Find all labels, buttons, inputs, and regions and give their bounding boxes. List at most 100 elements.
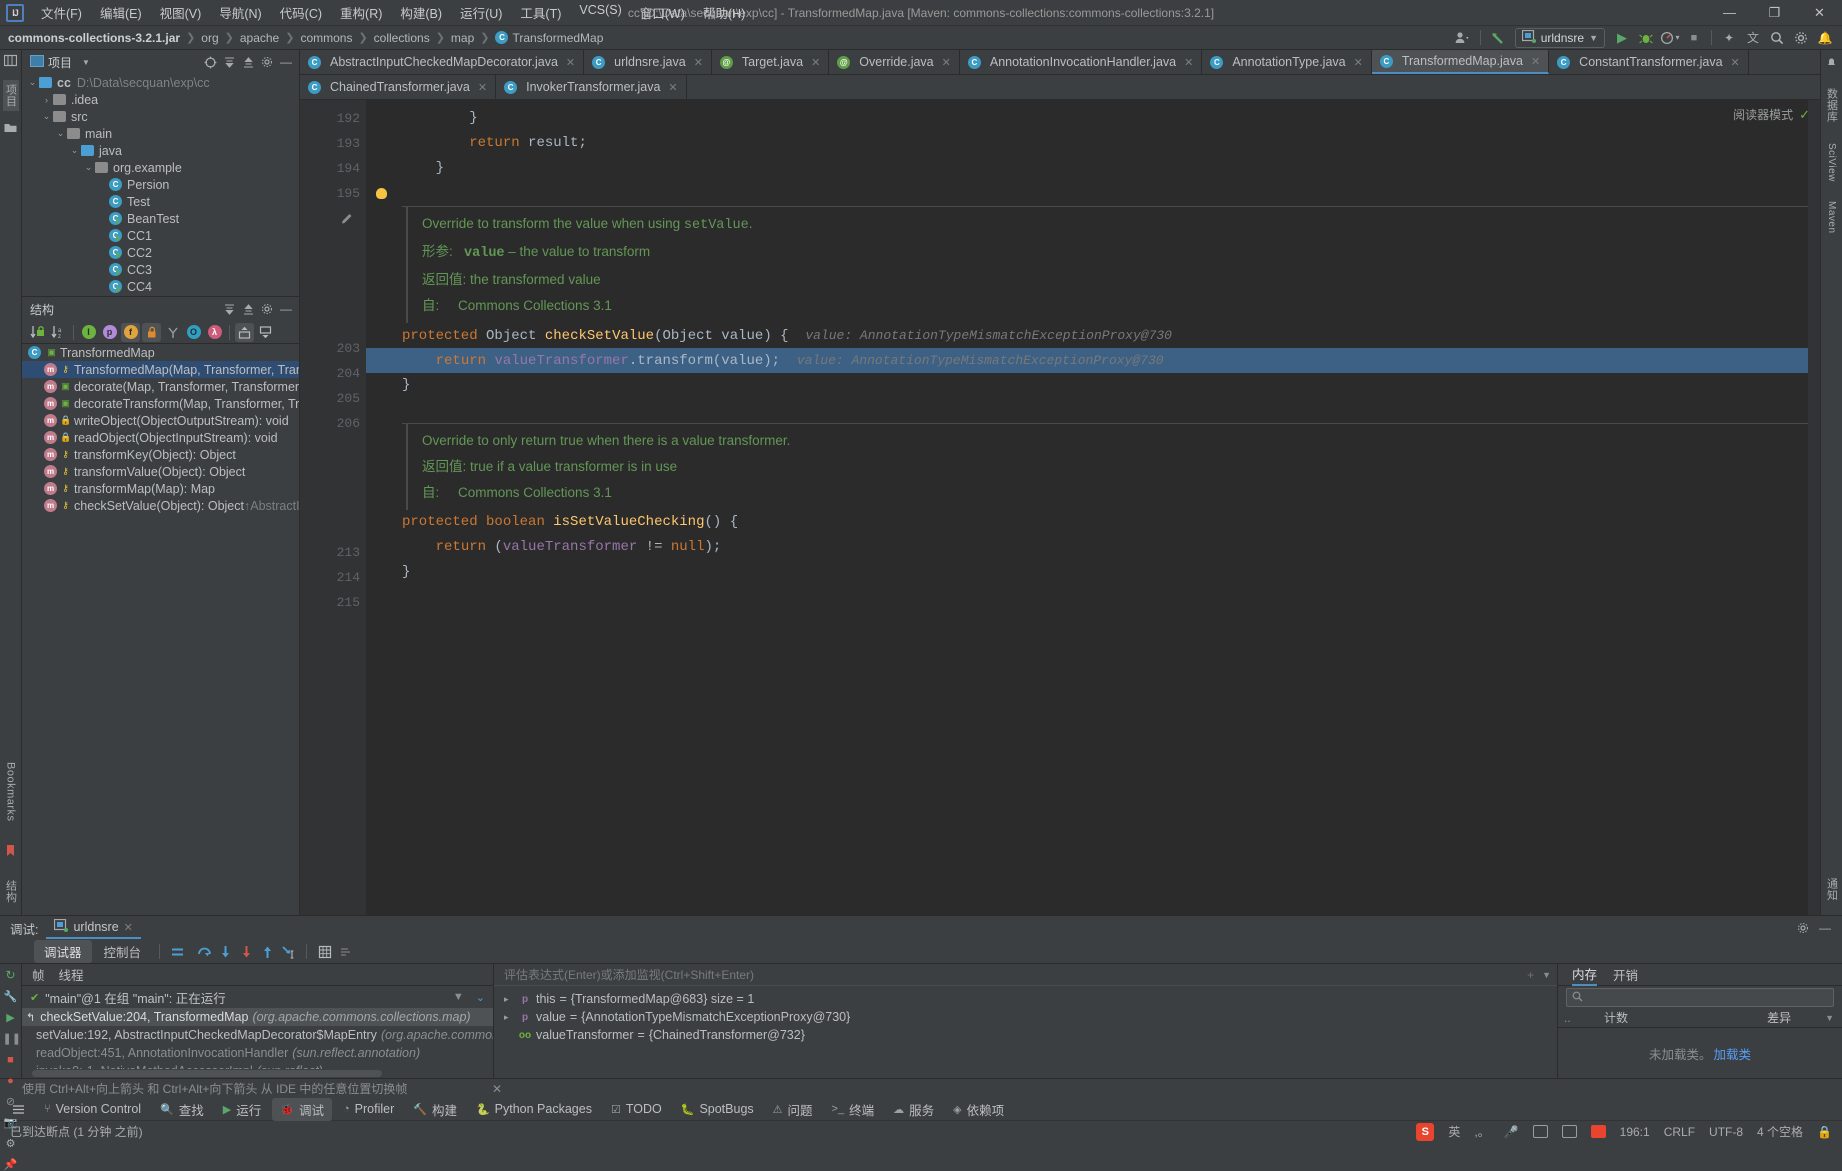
breadcrumb-item-3[interactable]: commons [300,31,352,45]
breadcrumb-item-5[interactable]: map [451,31,474,45]
chevron-down-icon[interactable]: ⌄ [26,77,39,88]
bookmarks-icon[interactable] [3,844,19,860]
tree-node-java[interactable]: ⌄ java [22,142,299,159]
close-icon[interactable]: ✕ [811,56,820,69]
menu-item-8[interactable]: 工具(T) [511,0,570,25]
frames-tab-label[interactable]: 帧 [32,965,45,984]
intention-bulb-icon[interactable] [376,188,387,199]
pause-program-icon[interactable]: ❚❚ [3,1031,21,1045]
expand-all-button[interactable] [220,53,238,71]
project-tree[interactable]: ⌄ cc D:\Data\secquan\exp\cc › .idea ⌄ src ⌄ main… [22,74,299,296]
user-avatar-icon[interactable] [1452,28,1474,48]
show-anonymous-button[interactable] [163,323,182,342]
stop-program-icon[interactable]: ■ [3,1052,19,1066]
close-button[interactable]: ✕ [1797,0,1842,26]
sidebar-item-project[interactable]: 项目 [2,80,19,111]
threads-tab-label[interactable]: 线程 [59,965,84,984]
rerun-icon[interactable]: ↻ [3,968,19,982]
close-icon[interactable]: ✕ [1531,55,1540,68]
evaluate-expression-bar[interactable]: 评估表达式(Enter)或添加监视(Ctrl+Shift+Enter) + ▼ [494,964,1557,986]
sogou-ime-icon[interactable]: S [1416,1122,1435,1141]
ai-assistant-icon[interactable]: ✦ [1718,28,1740,48]
expand-chevron-icon[interactable]: ▸ [504,994,514,1005]
tree-node-cc2[interactable]: C CC2 [22,244,299,261]
stop-button[interactable]: ■ [1683,28,1705,48]
statusbar-profiler[interactable]: ◔ Profiler [335,1100,402,1118]
show-non-public-button[interactable] [142,322,161,342]
ime-toolbox-icon[interactable] [1561,1125,1577,1138]
code-line[interactable]: return (valueTransformer != null); [366,535,1820,560]
sidebar-item-bookmarks[interactable]: Bookmarks [5,758,17,826]
ime-mic-icon[interactable]: 🎤 [1504,1125,1519,1139]
chevron-down-icon[interactable]: ⌄ [82,162,95,173]
tree-node-cc[interactable]: ⌄ cc D:\Data\secquan\exp\cc [22,74,299,91]
variable-row-valueTransformer[interactable]: oo valueTransformer = {ChainedTransformer@7… [494,1026,1557,1044]
profile-button[interactable]: ▾ [1659,28,1681,48]
gutter-line-206[interactable]: 206 [300,411,366,436]
lock-icon[interactable]: 🔒 [1817,1125,1832,1139]
search-icon[interactable] [1766,28,1788,48]
statusbar-构建[interactable]: 🔨 构建 [405,1098,465,1121]
variable-row-value[interactable]: ▸ p value = {AnnotationTypeMismatchException… [494,1008,1557,1026]
show-inherited-button[interactable]: I [79,323,98,342]
code-line[interactable]: } [366,156,1820,181]
caret-position[interactable]: 196:1 [1620,1125,1650,1139]
notifications-bell-icon[interactable]: 🔔 [1814,28,1836,48]
line-separator[interactable]: CRLF [1664,1125,1695,1139]
indent-setting[interactable]: 4 个空格 [1757,1123,1803,1140]
run-button[interactable]: ▶ [1611,28,1633,48]
close-icon[interactable]: ✕ [942,56,951,69]
ime-language[interactable]: 英 [1448,1123,1460,1140]
variable-row-this[interactable]: ▸ p this = {TransformedMap@683} size = 1 [494,990,1557,1008]
tree-node-test[interactable]: C Test [22,193,299,210]
menu-item-7[interactable]: 运行(U) [451,0,511,25]
tab-memory[interactable]: 内存 [1572,964,1598,986]
hamburger-menu-icon[interactable] [4,1101,33,1118]
tree-node-beantest[interactable]: C BeanTest [22,210,299,227]
code-line[interactable]: } [366,560,1820,585]
commit-icon[interactable] [3,121,19,137]
structure-item-2[interactable]: m ▣ decorate(Map, Transformer, Transformer… [22,378,299,395]
editor-tab-chainedtransformer-java[interactable]: C ChainedTransformer.java ✕ [300,75,497,99]
statusbar-version-control[interactable]: ⑂ Version Control [36,1100,149,1118]
menu-item-5[interactable]: 重构(R) [331,0,391,25]
panel-chevron-down-icon[interactable]: ▼ [82,58,90,67]
structure-list[interactable]: C ▣ TransformedMap m ⚷ TransformedMap(Map, Tr… [22,344,299,514]
menu-item-0[interactable]: 文件(F) [32,0,91,25]
statusbar-依赖项[interactable]: ◈ 依赖项 [945,1098,1012,1121]
chevron-down-icon[interactable]: ⌄ [54,128,67,139]
code-line[interactable]: protected Object checkSetValue(Object va… [366,323,1820,348]
code-editor[interactable]: 192193194195 203O204205206 213214215 } ret… [300,100,1820,915]
code-line[interactable]: return result; [366,131,1820,156]
reader-mode-indicator[interactable]: 阅读器模式 ✓ [1733,106,1810,123]
sidebar-item-database[interactable]: 数据库 [1824,84,1840,127]
structure-item-9[interactable]: m ⚷ checkSetValue(Object): Object ↑Abstrac… [22,497,299,514]
code-line[interactable] [366,398,1820,423]
notifications-icon[interactable] [1824,56,1840,72]
watch-chevron-down-icon[interactable]: ▼ [1542,970,1551,980]
code-line[interactable]: } [366,106,1820,131]
close-icon[interactable]: ✕ [124,921,133,934]
update-project-icon[interactable] [1487,28,1509,48]
expand-chevron-icon[interactable]: ▸ [504,1012,514,1023]
close-icon[interactable]: ✕ [694,56,703,69]
breadcrumb-item-6[interactable]: C TransformedMap [495,31,603,45]
statusbar-服务[interactable]: ☁ 服务 [885,1098,942,1121]
structure-item-6[interactable]: m ⚷ transformKey(Object): Object [22,446,299,463]
menu-item-1[interactable]: 编辑(E) [91,0,151,25]
debug-button[interactable] [1635,28,1657,48]
statusbar-spotbugs[interactable]: 🐛 SpotBugs [673,1100,762,1118]
menu-item-11[interactable]: 帮助(H) [694,0,754,25]
tree-node-cc1[interactable]: C CC1 [22,227,299,244]
gutter-line-214[interactable]: 214 [300,565,366,590]
step-into-icon[interactable] [216,942,235,961]
show-execution-point-icon[interactable] [168,942,187,961]
breadcrumb-item-2[interactable]: apache [240,31,279,45]
tab-debugger[interactable]: 调试器 [34,940,92,963]
load-classes-link[interactable]: 加载类 [1714,1044,1752,1063]
statusbar-查找[interactable]: 🔍 查找 [152,1098,212,1121]
menu-item-2[interactable]: 视图(V) [151,0,211,25]
select-opened-file-button[interactable] [201,53,219,71]
tab-console[interactable]: 控制台 [94,940,152,963]
error-stripe-scrollbar[interactable] [1808,100,1820,915]
